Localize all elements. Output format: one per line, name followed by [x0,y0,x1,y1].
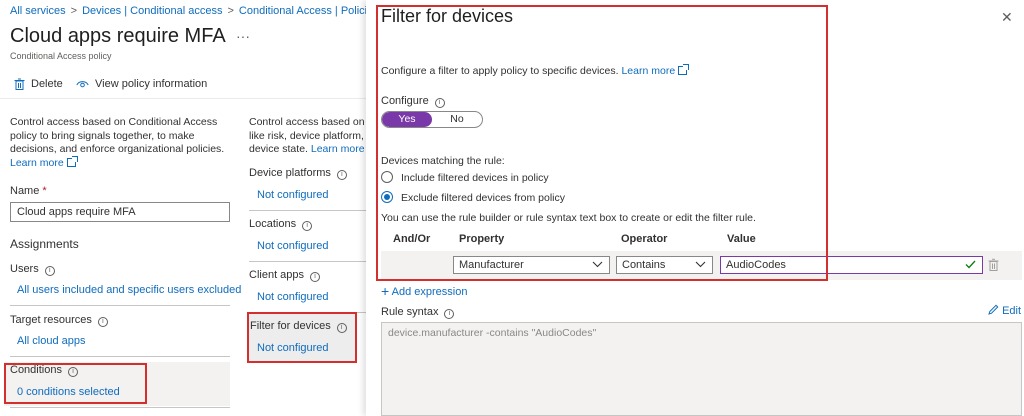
eye-icon [76,81,89,88]
page-subtitle: Conditional Access policy [10,51,112,61]
add-expression-button[interactable]: + Add expression [381,283,467,299]
page-title: Cloud apps require MFA [10,25,226,47]
external-link-icon [66,155,78,167]
highlight-box-conditions [4,363,147,404]
toolbar-divider [0,98,366,99]
plus-icon: + [381,283,390,299]
info-icon[interactable]: i [336,170,347,180]
users-label: Users i [10,263,55,276]
chevron-right-icon: > [70,5,78,17]
highlight-box-filter-panel [376,5,828,281]
learn-more-link[interactable]: Learn more [311,143,365,155]
name-field[interactable]: Cloud apps require MFA [10,202,230,222]
divider [249,261,366,262]
users-value-link[interactable]: All users included and specific users ex… [17,284,241,296]
breadcrumb-item-devices[interactable]: Devices | Conditional access [82,5,222,17]
locations-label: Locations i [249,218,313,231]
info-icon[interactable]: i [310,272,321,282]
ellipsis-icon[interactable]: ··· [236,28,250,44]
policy-description: Control access based on Conditional Acce… [10,116,225,169]
edit-button[interactable]: Edit [988,304,1021,317]
breadcrumb-item-all-services[interactable]: All services [10,5,66,17]
info-icon[interactable]: i [444,309,455,319]
rule-syntax-textbox[interactable]: device.manufacturer -contains "AudioCode… [381,322,1022,416]
info-icon[interactable]: i [302,221,313,231]
name-label: Name * [10,185,47,197]
device-platforms-value-link[interactable]: Not configured [257,189,329,201]
locations-value-link[interactable]: Not configured [257,240,329,252]
delete-button[interactable]: Delete [14,78,63,90]
trash-icon [14,78,25,90]
breadcrumb-item-policies[interactable]: Conditional Access | Policies [239,5,379,17]
view-policy-information-label: View policy information [95,78,208,90]
divider [10,305,230,306]
close-icon[interactable]: ✕ [1001,9,1013,26]
breadcrumb: All services > Devices | Conditional acces… [10,5,379,17]
pencil-icon [988,304,999,315]
info-icon[interactable]: i [97,317,108,327]
divider [249,210,366,211]
divider [10,407,230,408]
client-apps-label: Client apps i [249,269,321,282]
trash-icon[interactable] [988,258,999,271]
target-resources-value-link[interactable]: All cloud apps [17,335,86,347]
highlight-box-filter-for-devices [247,312,357,363]
rule-syntax-label: Rule syntax i [381,306,455,319]
client-apps-value-link[interactable]: Not configured [257,291,329,303]
learn-more-link[interactable]: Learn more [10,155,78,169]
delete-label: Delete [31,78,63,90]
assignments-heading: Assignments [10,237,79,251]
target-resources-label: Target resources i [10,314,108,327]
checkmark-icon [965,260,976,269]
chevron-right-icon: > [227,5,234,17]
device-platforms-label: Device platforms i [249,167,347,180]
divider [10,356,230,357]
conditions-description: Control access based on signals from con… [249,116,366,155]
view-policy-information-button[interactable]: View policy information [76,78,207,90]
required-mark: * [42,185,47,197]
info-icon[interactable]: i [44,266,55,276]
